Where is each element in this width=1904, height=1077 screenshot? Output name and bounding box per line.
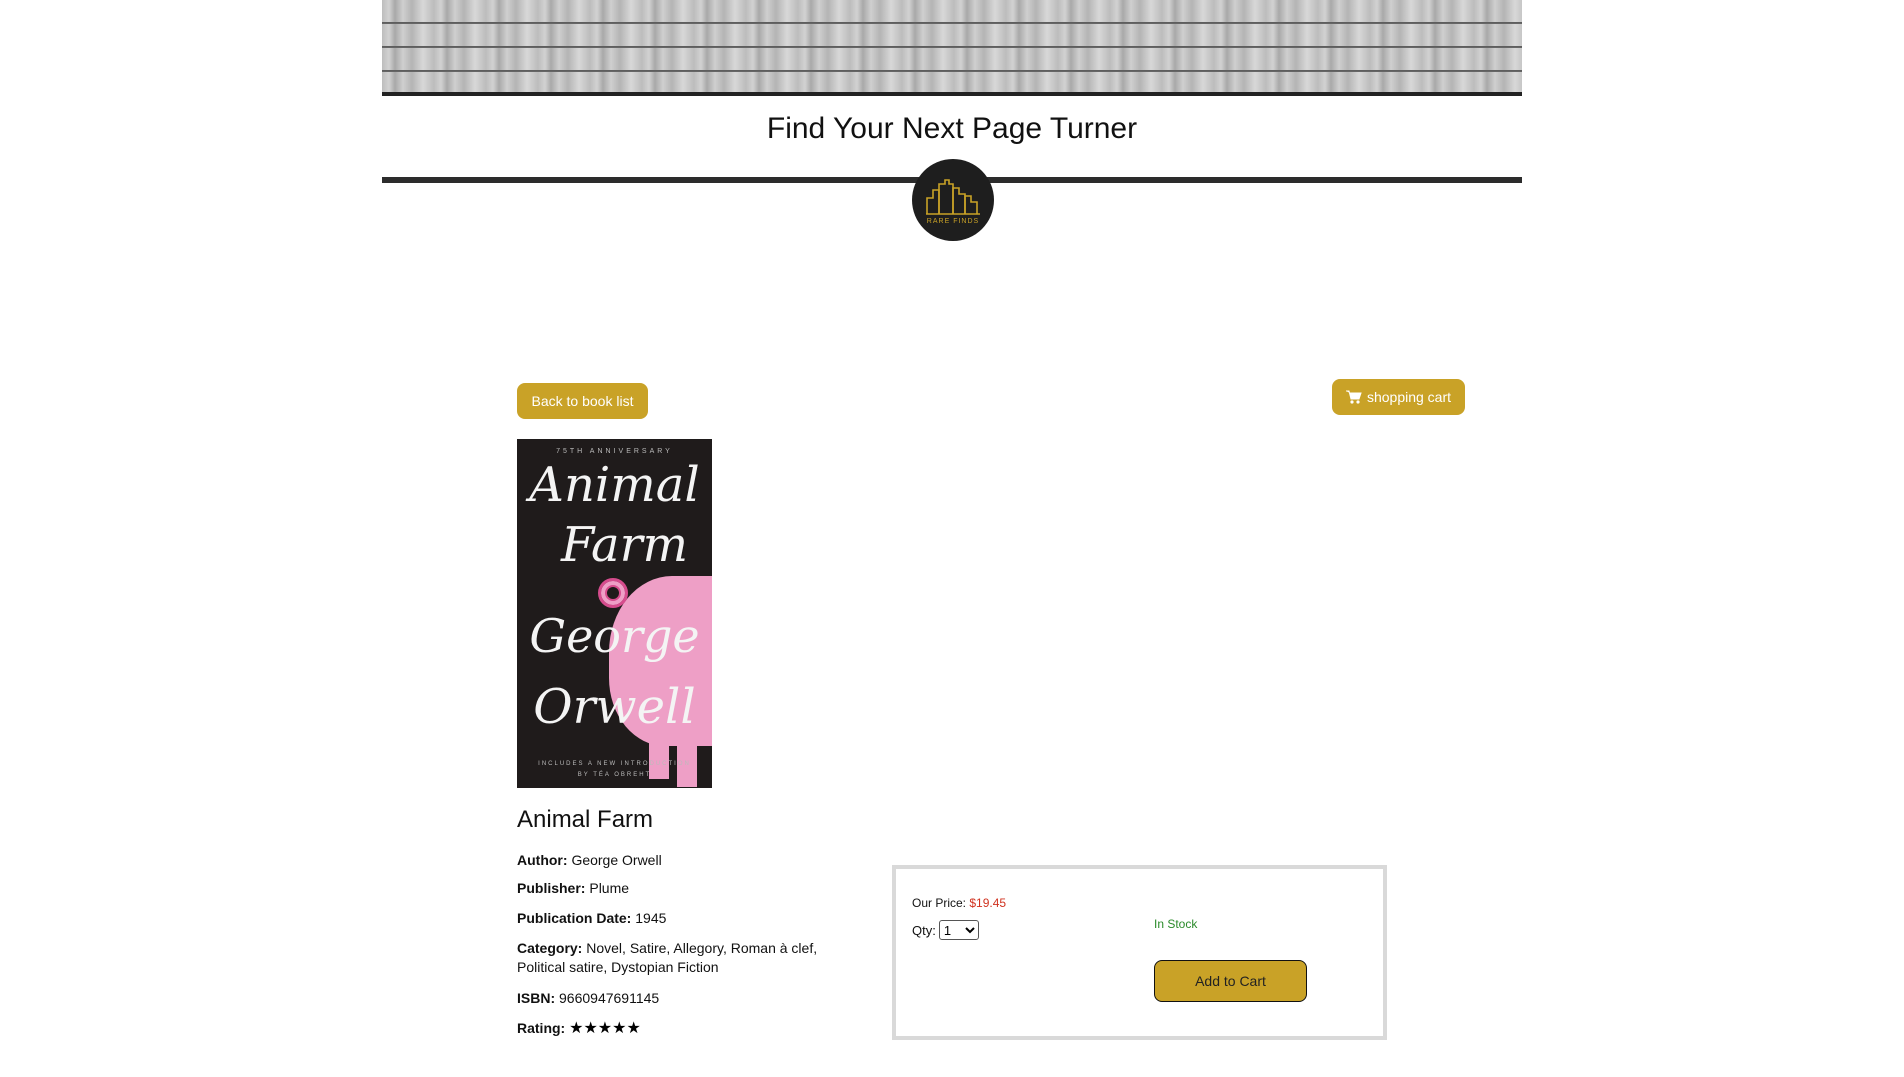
back-to-book-list-button[interactable]: Back to book list <box>517 383 648 419</box>
page-title: Find Your Next Page Turner <box>766 112 1138 145</box>
author-value: George Orwell <box>571 852 662 868</box>
quantity-select[interactable]: 1 <box>938 920 979 940</box>
isbn-value: 9660947691145 <box>559 990 660 1006</box>
rating-stars-icon: ★★★★★ <box>569 1020 641 1037</box>
author-label: Author: <box>517 852 568 868</box>
publisher-row: Publisher: Plume <box>517 879 847 898</box>
author-row: Author: George Orwell <box>517 851 847 870</box>
price-row: Our Price: $19.45 <box>912 896 1006 910</box>
cart-button-label: shopping cart <box>1366 389 1452 405</box>
book-cover-image: 75TH ANNIVERSARY Animal Farm George Orwe… <box>517 439 712 788</box>
cover-intro-line2: BY TÉA OBREHT <box>577 772 652 778</box>
publisher-value: Plume <box>589 880 630 896</box>
cover-anniversary-text: 75TH ANNIVERSARY <box>556 448 673 455</box>
stock-status: In Stock <box>1154 917 1198 931</box>
category-row: Category: Novel, Satire, Allegory, Roman… <box>517 939 847 977</box>
shopping-cart-icon <box>1345 390 1362 404</box>
logo-text: RARE FINDS <box>926 217 980 225</box>
wood-banner <box>382 0 1522 96</box>
back-button-label: Back to book list <box>531 393 634 409</box>
shopping-cart-button[interactable]: shopping cart <box>1332 379 1465 415</box>
publication-date-value: 1945 <box>635 910 667 926</box>
quantity-label: Qty: <box>912 922 936 938</box>
isbn-label: ISBN: <box>517 990 556 1006</box>
category-label: Category: <box>517 940 583 956</box>
cover-pig-tail <box>598 578 628 608</box>
cover-author-line1: George <box>529 609 700 663</box>
rating-row: Rating: ★★★★★ <box>517 1019 847 1038</box>
price-value: $19.45 <box>969 896 1007 910</box>
cover-title-line2: Farm <box>560 517 689 573</box>
cover-title-line1: Animal <box>529 457 700 513</box>
site-logo[interactable]: RARE FINDS <box>912 159 994 241</box>
rating-label: Rating: <box>517 1020 566 1036</box>
city-skyline-icon <box>926 178 980 215</box>
purchase-box: Our Price: $19.45 Qty: 1 In Stock Add to… <box>892 865 1387 1040</box>
publication-date-label: Publication Date: <box>517 910 632 926</box>
publication-date-row: Publication Date: 1945 <box>517 909 847 928</box>
cover-intro-line1: INCLUDES A NEW INTRODUCTION <box>538 761 691 767</box>
cover-author-line2: Orwell <box>533 679 696 735</box>
book-title: Animal Farm <box>517 806 654 833</box>
site-header: Find Your Next Page Turner RARE FINDS <box>382 0 1522 241</box>
add-to-cart-button[interactable]: Add to Cart <box>1154 960 1307 1002</box>
quantity-row: Qty: 1 <box>912 920 979 940</box>
publisher-label: Publisher: <box>517 880 586 896</box>
price-label: Our Price: <box>912 896 967 910</box>
isbn-row: ISBN: 9660947691145 <box>517 989 847 1008</box>
